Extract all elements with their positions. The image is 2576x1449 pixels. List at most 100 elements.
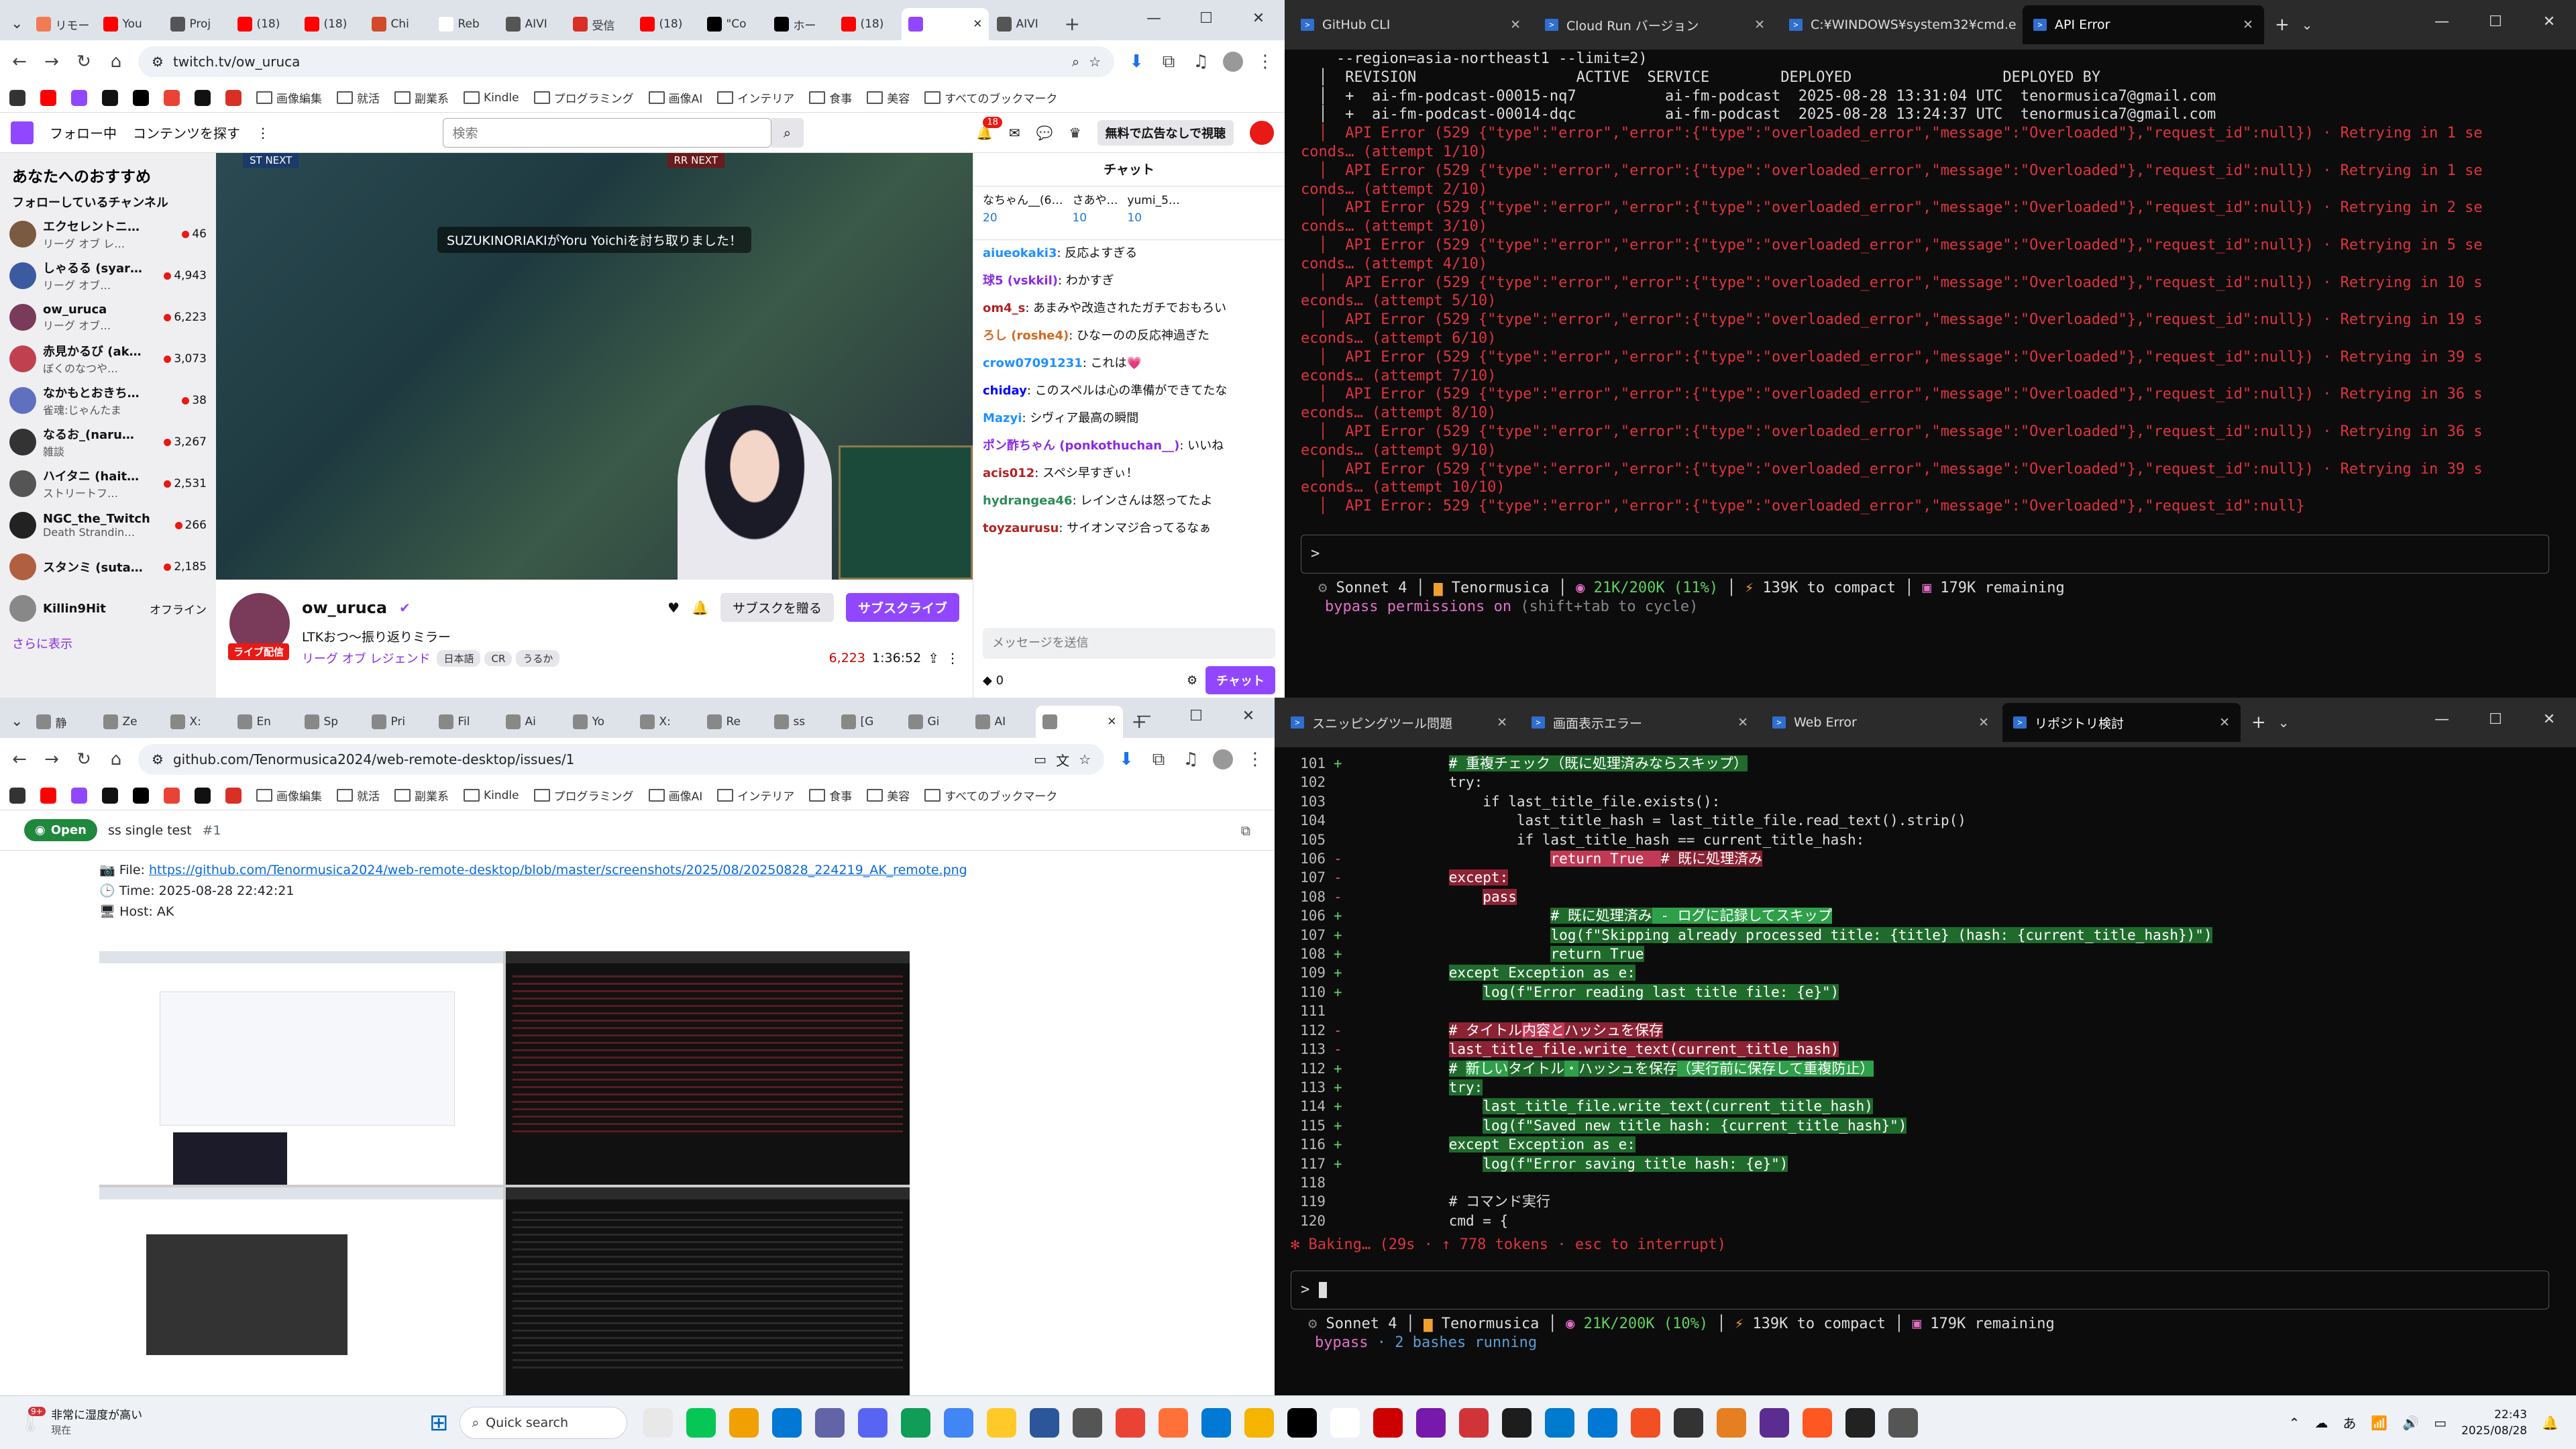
sidebar-channel[interactable]: なかもとおきち… 雀魂:じゃんたま 38 (0, 380, 216, 421)
close-button[interactable]: ✕ (2522, 0, 2576, 50)
new-tab-button[interactable]: + (2275, 15, 2290, 35)
tab-close-icon[interactable]: ✕ (2231, 17, 2253, 32)
maximize-button[interactable]: ☐ (2469, 698, 2522, 747)
maximize-button[interactable]: ☐ (1170, 698, 1222, 738)
settings-icon[interactable]: ⚙ (1187, 674, 1197, 688)
sidebar-channel[interactable]: なるお_(naru… 雑談 3,267 (0, 421, 216, 463)
menu-icon[interactable]: ⋮ (1245, 749, 1265, 769)
whispers-icon[interactable]: 💬 (1036, 125, 1053, 141)
chat-username[interactable]: chiday (983, 384, 1027, 398)
stream-tag[interactable]: CR (484, 651, 513, 666)
twitch-search-input[interactable]: 検索 (442, 117, 771, 148)
taskbar-app-icon[interactable] (1330, 1407, 1360, 1438)
sidebar-channel[interactable]: Killin9Hit オフライン (0, 588, 216, 629)
browser-tab[interactable]: Fil (432, 706, 498, 738)
more-options-icon[interactable]: ⋮ (946, 650, 959, 666)
taskbar-app-icon[interactable] (686, 1407, 716, 1438)
chat-username[interactable]: hydrangea46 (983, 494, 1073, 508)
home-icon[interactable]: ⌂ (106, 52, 126, 72)
chat-username[interactable]: aiueokaki3 (983, 246, 1057, 260)
tab-close-icon[interactable]: ✕ (1498, 17, 1521, 32)
video-player[interactable]: ST NEXT RR NEXT SUZUKINORIAKIがYoru Yoich… (216, 153, 973, 580)
notifications-icon[interactable]: 🔔 18 (976, 116, 1002, 141)
ad-free-button[interactable]: 無料で広告なしで視聴 (1097, 119, 1234, 146)
browser-tab[interactable]: Proj (164, 8, 229, 40)
stream-tag[interactable]: うるか (516, 650, 560, 667)
chat-username[interactable]: 球5 (vskkil) (983, 274, 1058, 288)
ime-indicator[interactable]: あ (2343, 1413, 2356, 1432)
bookmark-folder[interactable]: プログラミング (534, 787, 634, 804)
heart-icon[interactable]: ♥ (667, 600, 680, 616)
taskbar-app-icon[interactable] (1587, 1407, 1617, 1438)
taskbar-app-icon[interactable] (1673, 1407, 1703, 1438)
bookmark-icon[interactable] (102, 89, 118, 106)
bookmark-icon[interactable] (133, 787, 149, 804)
browser-tab[interactable]: (18) (298, 8, 364, 40)
extensions-icon[interactable]: ⧉ (1159, 52, 1179, 72)
bookmark-icon[interactable] (71, 89, 87, 106)
taskbar-app-icon[interactable] (1888, 1407, 1918, 1438)
terminal-tab[interactable]: > スニッピングツール問題 ✕ (1280, 703, 1518, 742)
sidebar-channel[interactable]: スタンミ (suta… 2,185 (0, 546, 216, 588)
tab-search-icon[interactable]: ⌄ (11, 15, 23, 32)
taskbar-app-icon[interactable] (986, 1407, 1016, 1438)
bookmark-icon[interactable] (225, 89, 241, 106)
chat-username[interactable]: acis012 (983, 466, 1034, 480)
sidebar-channel[interactable]: ow_uruca リーグ オブ… 6,223 (0, 297, 216, 338)
close-button[interactable]: ✕ (1232, 0, 1285, 40)
bookmark-folder[interactable]: 美容 (867, 89, 910, 106)
chat-username[interactable]: ポン酢ちゃん (ponkothuchan__) (983, 439, 1179, 453)
bookmark-folder[interactable]: 画像編集 (256, 89, 322, 106)
browser-tab[interactable]: Re (700, 706, 766, 738)
browser-tab[interactable]: X: (164, 706, 229, 738)
zoom-icon[interactable]: ⌕ (1072, 54, 1079, 70)
taskbar-app-icon[interactable] (1802, 1407, 1832, 1438)
browser-tab[interactable]: ss (767, 706, 833, 738)
taskbar-app-icon[interactable] (1201, 1407, 1231, 1438)
bookmark-icon[interactable] (195, 89, 211, 106)
volume-icon[interactable]: 🔊 (2402, 1415, 2419, 1431)
menu-icon[interactable]: ⋮ (1255, 52, 1275, 72)
bookmark-icon[interactable] (225, 787, 241, 804)
back-button[interactable]: ← (9, 749, 30, 769)
minimize-button[interactable]: — (1118, 698, 1170, 738)
taskbar-app-icon[interactable] (1716, 1407, 1746, 1438)
tab-close-icon[interactable]: ✕ (1966, 715, 1989, 730)
minimize-button[interactable]: — (2415, 698, 2469, 747)
taskbar-app-icon[interactable] (1630, 1407, 1660, 1438)
clock-date[interactable]: 2025/08/28 (2461, 1423, 2527, 1439)
taskbar-app-icon[interactable] (1072, 1407, 1102, 1438)
chat-username[interactable]: om4_s (983, 301, 1025, 315)
weather-widget[interactable]: 🌡 9+ 非常に湿度が高い 現在 (0, 1407, 429, 1438)
terminal-tab[interactable]: > API Error ✕ (2023, 5, 2264, 44)
sidebar-channel[interactable]: エクセレントニ… リーグ オブ レ… 46 (0, 213, 216, 255)
bookmark-folder[interactable]: すべてのブックマーク (924, 787, 1057, 804)
browser-tab[interactable]: X: (633, 706, 699, 738)
browser-tab[interactable]: Ze (97, 706, 162, 738)
reload-button[interactable]: ↻ (74, 749, 94, 769)
search-icon[interactable]: ⌕ (771, 117, 804, 148)
taskbar-app-icon[interactable] (1029, 1407, 1059, 1438)
new-tab-button[interactable]: + (2251, 712, 2266, 733)
taskbar-search[interactable]: ⌕ Quick search (459, 1406, 627, 1439)
maximize-button[interactable]: ☐ (1180, 0, 1232, 40)
bell-icon[interactable]: 🔔 (692, 600, 708, 616)
chat-username[interactable]: ろし (roshe4) (983, 329, 1069, 343)
bookmark-icon[interactable] (40, 89, 56, 106)
browser-tab[interactable]: Sp (298, 706, 364, 738)
star-icon[interactable]: ☆ (1079, 751, 1091, 767)
taskbar-app-icon[interactable] (1759, 1407, 1789, 1438)
new-tab-button[interactable]: + (1064, 13, 1079, 35)
stream-game[interactable]: リーグ オブ レジェンド (302, 649, 430, 667)
streamer-name[interactable]: ow_uruca (302, 598, 387, 617)
forward-button[interactable]: → (42, 749, 62, 769)
tray-chevron-icon[interactable]: ⌃ (2289, 1415, 2300, 1431)
file-link[interactable]: https://github.com/Tenormusica2024/web-r… (149, 863, 967, 877)
tab-close-icon[interactable]: ✕ (2207, 715, 2230, 730)
chat-send-button[interactable]: チャット (1205, 666, 1275, 694)
bookmark-icon[interactable] (195, 787, 211, 804)
browser-tab[interactable]: Gi (902, 706, 967, 738)
browser-tab[interactable]: AIVI (990, 8, 1056, 40)
browser-tab[interactable]: (18) (633, 8, 699, 40)
chat-username[interactable]: crow07091231 (983, 356, 1083, 370)
